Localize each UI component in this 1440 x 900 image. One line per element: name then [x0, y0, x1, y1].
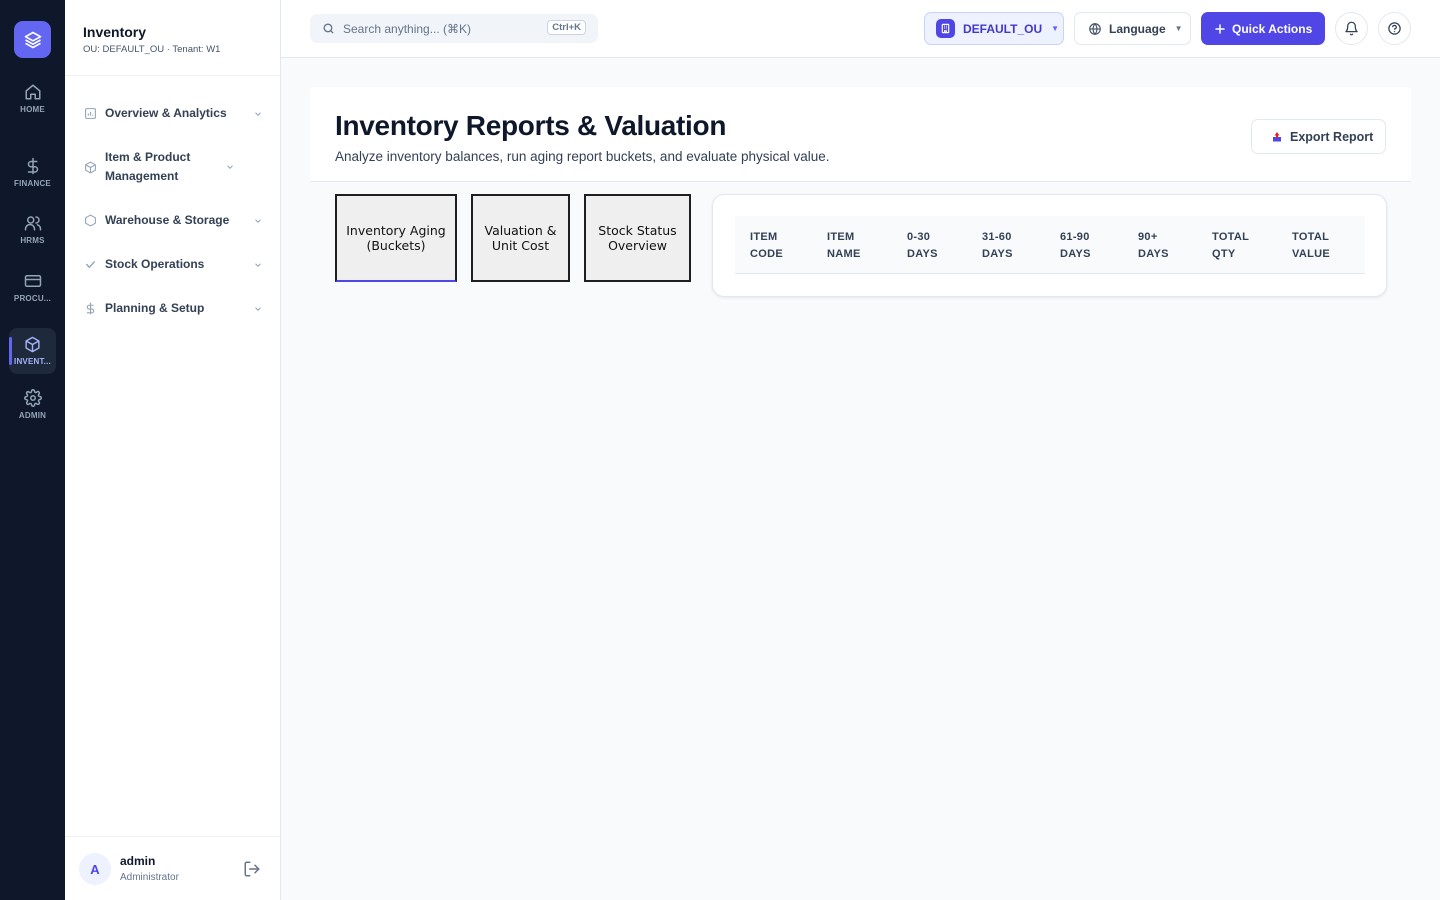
sidebar-item-planning-setup[interactable]: Planning & Setup	[83, 299, 263, 318]
chevron-down-icon	[255, 262, 261, 267]
quick-actions-label: Quick Actions	[1232, 21, 1313, 36]
notifications-button[interactable]	[1335, 12, 1368, 45]
column-header-total-value[interactable]: TOTAL VALUE	[1292, 229, 1342, 263]
search-icon	[323, 23, 334, 34]
rail-item-hrms[interactable]: HRMS	[9, 206, 56, 252]
column-header-31-60-days[interactable]: 31-60 DAYS	[982, 229, 1024, 263]
language-selector[interactable]: Language ▼	[1074, 12, 1191, 45]
rail-item-procurement[interactable]: PROCU...	[9, 264, 56, 310]
app-rail: HOME FINANCE HRMS PROCU... INVENT... ADM…	[0, 0, 65, 900]
box-icon	[25, 336, 40, 353]
top-bar: Ctrl+K DEFAULT_OU ▼ Language ▼ Quick Act…	[281, 0, 1440, 58]
building-icon	[936, 19, 955, 38]
rail-item-label: PROCU...	[13, 293, 52, 303]
check-icon	[83, 258, 97, 272]
tab-stock-status-overview[interactable]: Stock Status Overview	[584, 194, 691, 282]
module-context: OU: DEFAULT_OU · Tenant: W1	[83, 44, 221, 55]
search-shortcut-hint: Ctrl+K	[547, 20, 586, 35]
chevron-down-icon	[255, 111, 261, 116]
dollar-icon	[83, 302, 97, 316]
sidebar-item-label: Overview & Analytics	[105, 106, 227, 120]
module-title: Inventory	[83, 24, 147, 40]
card-icon	[24, 274, 41, 287]
global-search[interactable]: Ctrl+K	[310, 14, 598, 43]
chevron-down-icon	[255, 306, 261, 311]
rail-item-admin[interactable]: ADMIN	[9, 381, 56, 427]
page-header: Inventory Reports & Valuation Analyze in…	[310, 87, 1411, 182]
bell-icon	[1345, 21, 1358, 36]
rail-item-label: HOME	[20, 104, 45, 114]
tab-valuation-unit-cost[interactable]: Valuation & Unit Cost	[471, 194, 570, 282]
tab-inventory-aging[interactable]: Inventory Aging (Buckets)	[335, 194, 457, 282]
export-report-button[interactable]: Export Report	[1251, 119, 1386, 154]
gear-icon	[23, 388, 42, 407]
sidebar-header: Inventory OU: DEFAULT_OU · Tenant: W1	[65, 0, 280, 76]
dollar-icon	[27, 157, 38, 174]
chevron-down-icon	[255, 218, 261, 223]
column-header-item-name[interactable]: ITEM NAME	[827, 229, 877, 263]
language-selector-label: Language	[1109, 21, 1166, 36]
page-title: Inventory Reports & Valuation	[335, 110, 727, 141]
sidebar-item-label: Stock Operations	[105, 257, 205, 271]
sidebar-item-label: Planning & Setup	[105, 301, 205, 315]
avatar[interactable]: A	[79, 853, 111, 885]
rail-item-finance[interactable]: FINANCE	[9, 149, 56, 195]
rail-item-label: ADMIN	[18, 410, 47, 420]
caret-down-icon: ▼	[1174, 24, 1183, 33]
rail-item-inventory[interactable]: INVENT...	[9, 328, 56, 374]
plus-icon	[1215, 23, 1225, 34]
column-header-61-90-days[interactable]: 61-90 DAYS	[1060, 229, 1102, 263]
quick-actions-button[interactable]: Quick Actions	[1201, 12, 1325, 45]
rail-item-label: INVENT...	[14, 357, 51, 366]
search-input[interactable]	[343, 21, 543, 36]
caret-down-icon: ▼	[1051, 24, 1060, 33]
sidebar-item-stock-operations[interactable]: Stock Operations	[83, 255, 263, 274]
home-icon	[25, 84, 40, 99]
ou-selector-label: DEFAULT_OU	[963, 21, 1043, 36]
column-header-90-plus-days[interactable]: 90+ DAYS	[1138, 229, 1180, 263]
export-icon	[1273, 131, 1281, 141]
sidebar-item-label: Warehouse & Storage	[105, 213, 230, 227]
help-button[interactable]	[1378, 12, 1411, 45]
chart-icon	[83, 107, 97, 121]
user-name: admin	[120, 854, 156, 868]
column-header-0-30-days[interactable]: 0-30 DAYS	[907, 229, 949, 263]
page-subtitle: Analyze inventory balances, run aging re…	[335, 149, 830, 164]
chevron-down-icon	[227, 165, 233, 169]
user-panel: A admin Administrator	[65, 836, 280, 900]
rail-item-label: FINANCE	[14, 178, 51, 188]
user-role: Administrator	[120, 872, 179, 883]
hexagon-icon	[83, 214, 97, 228]
export-report-label: Export Report	[1290, 129, 1374, 144]
ou-selector[interactable]: DEFAULT_OU ▼	[924, 12, 1064, 45]
sidebar-item-label: Item & Product Management	[105, 150, 191, 183]
rail-item-label: HRMS	[20, 235, 45, 245]
sidebar-item-item-product-management[interactable]: Item & Product Management	[83, 148, 263, 186]
globe-icon	[1089, 22, 1101, 35]
package-icon	[83, 160, 97, 174]
logout-icon[interactable]	[243, 860, 261, 878]
rail-item-home[interactable]: HOME	[9, 75, 56, 121]
app-logo-icon[interactable]	[14, 21, 51, 58]
sidebar-item-overview-analytics[interactable]: Overview & Analytics	[83, 104, 263, 123]
table-header: ITEM CODE ITEM NAME 0-30 DAYS 31-60 DAYS…	[735, 216, 1365, 274]
aging-table-card: ITEM CODE ITEM NAME 0-30 DAYS 31-60 DAYS…	[712, 194, 1387, 297]
users-icon	[24, 215, 41, 230]
help-icon	[1388, 22, 1401, 35]
sidebar-item-warehouse-storage[interactable]: Warehouse & Storage	[83, 211, 263, 230]
column-header-total-qty[interactable]: TOTAL QTY	[1212, 229, 1262, 263]
module-sidebar: Inventory OU: DEFAULT_OU · Tenant: W1 Ov…	[65, 0, 281, 900]
column-header-item-code[interactable]: ITEM CODE	[750, 229, 800, 263]
